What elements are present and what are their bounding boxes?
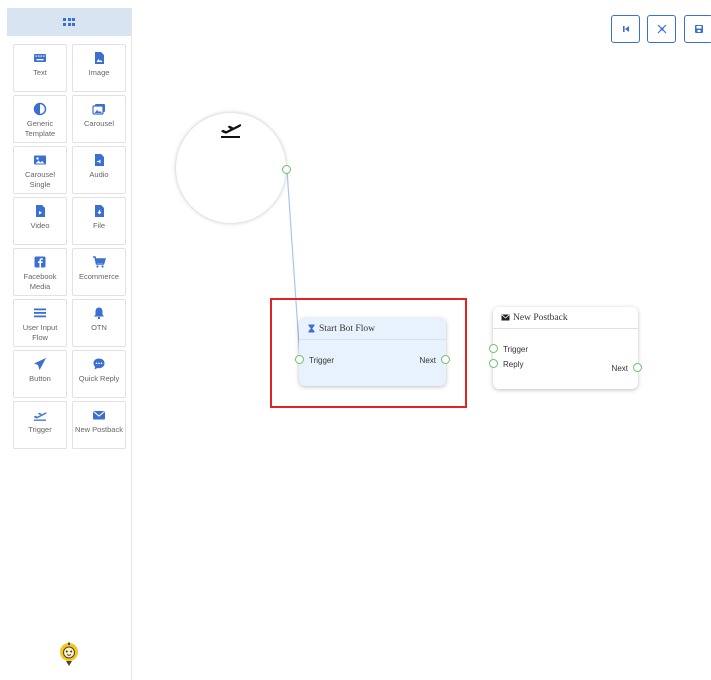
new-postback-node[interactable]: New Postback Trigger Reply Next xyxy=(489,307,642,389)
node-title: New Postback xyxy=(493,307,638,329)
bell-icon xyxy=(94,307,104,320)
next-output-port[interactable] xyxy=(633,363,642,372)
cart-icon xyxy=(93,256,106,268)
tool-file[interactable]: File xyxy=(72,197,126,245)
envelope-icon xyxy=(501,314,510,321)
plane-departure-icon xyxy=(34,412,47,421)
tool-user-input-flow[interactable]: User Input Flow xyxy=(13,299,67,347)
image-file-icon xyxy=(95,52,104,64)
tool-label: Carousel Single xyxy=(24,170,55,189)
grid-icon xyxy=(63,18,75,26)
tool-label: Carousel xyxy=(83,119,114,128)
tool-label: Trigger xyxy=(28,425,52,434)
tool-generic-template[interactable]: Generic Template xyxy=(13,95,67,143)
trigger-label: Trigger xyxy=(503,345,529,354)
chat-bubble-icon xyxy=(93,358,105,370)
reply-input-port[interactable] xyxy=(489,359,498,368)
tool-audio[interactable]: Audio xyxy=(72,146,126,194)
tool-label: New Postback xyxy=(75,425,123,434)
save-icon xyxy=(694,25,703,33)
save-button[interactable] xyxy=(684,15,711,43)
tool-label: User Input Flow xyxy=(22,323,58,342)
tool-text[interactable]: Text xyxy=(13,44,67,92)
lines-icon xyxy=(34,308,46,318)
tool-label: Text xyxy=(33,68,47,77)
tool-otn[interactable]: OTN xyxy=(72,299,126,347)
first-step-button[interactable] xyxy=(611,15,640,43)
new-postback-title: New Postback xyxy=(513,312,568,323)
tool-label: Quick Reply xyxy=(78,374,120,383)
next-label: Next xyxy=(611,364,628,373)
video-file-icon xyxy=(36,205,45,217)
half-circle-icon xyxy=(33,102,47,116)
tool-image[interactable]: Image xyxy=(72,44,126,92)
fit-icon xyxy=(657,24,666,34)
download-file-icon xyxy=(95,205,104,217)
tool-video[interactable]: Video xyxy=(13,197,67,245)
reply-label: Reply xyxy=(503,360,524,369)
tool-ecommerce[interactable]: Ecommerce xyxy=(72,248,126,296)
tool-label: Image xyxy=(88,68,110,77)
tool-carousel[interactable]: Carousel xyxy=(72,95,126,143)
facebook-icon xyxy=(34,256,46,268)
tool-label: Generic Template xyxy=(24,119,56,138)
paper-plane-icon xyxy=(34,358,46,370)
sidebar-header[interactable] xyxy=(7,8,131,36)
sidebar: Text Image Generic Template Carousel Car… xyxy=(7,8,132,680)
tool-label: Ecommerce xyxy=(78,272,119,281)
envelope-icon xyxy=(93,411,105,420)
audio-file-icon xyxy=(95,154,104,166)
bot-logo-icon xyxy=(60,642,78,666)
keyboard-icon xyxy=(34,54,46,62)
tool-label: Facebook Media xyxy=(23,272,57,291)
tool-new-postback[interactable]: New Postback xyxy=(72,401,126,449)
tool-palette: Text Image Generic Template Carousel Car… xyxy=(13,44,126,449)
tool-label: Video xyxy=(30,221,50,230)
tool-quick-reply[interactable]: Quick Reply xyxy=(72,350,126,398)
highlight-box xyxy=(270,298,467,408)
tool-trigger[interactable]: Trigger xyxy=(13,401,67,449)
start-output-port[interactable] xyxy=(282,165,291,174)
fit-view-button[interactable] xyxy=(647,15,676,43)
tool-button[interactable]: Button xyxy=(13,350,67,398)
tool-label: Audio xyxy=(89,170,109,179)
start-node[interactable] xyxy=(176,113,291,223)
plane-departure-icon xyxy=(221,124,242,138)
first-icon xyxy=(622,26,629,32)
tool-label: File xyxy=(92,221,106,230)
picture-icon xyxy=(34,155,46,165)
images-icon xyxy=(92,104,105,115)
tool-label: Button xyxy=(29,374,51,383)
tool-carousel-single[interactable]: Carousel Single xyxy=(13,146,67,194)
tool-label: OTN xyxy=(91,323,107,332)
tool-facebook-media[interactable]: Facebook Media xyxy=(13,248,67,296)
trigger-input-port[interactable] xyxy=(489,344,498,353)
